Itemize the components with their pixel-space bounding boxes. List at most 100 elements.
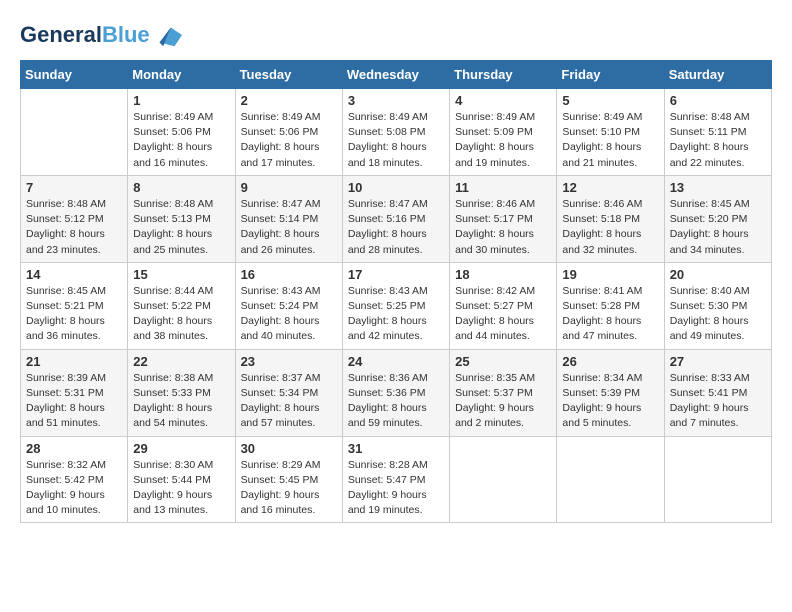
day-number: 18 (455, 267, 551, 282)
calendar-week-row: 14 Sunrise: 8:45 AMSunset: 5:21 PMDayligh… (21, 262, 772, 349)
weekday-header: Wednesday (342, 61, 449, 89)
day-number: 26 (562, 354, 658, 369)
logo: GeneralBlue (20, 20, 182, 50)
day-number: 22 (133, 354, 229, 369)
calendar-cell: 18 Sunrise: 8:42 AMSunset: 5:27 PMDayligh… (450, 262, 557, 349)
day-info: Sunrise: 8:49 AMSunset: 5:06 PMDaylight:… (133, 110, 229, 171)
calendar-cell (664, 436, 771, 523)
calendar-week-row: 21 Sunrise: 8:39 AMSunset: 5:31 PMDayligh… (21, 349, 772, 436)
day-number: 7 (26, 180, 122, 195)
calendar-cell: 5 Sunrise: 8:49 AMSunset: 5:10 PMDaylight… (557, 89, 664, 176)
day-info: Sunrise: 8:42 AMSunset: 5:27 PMDaylight:… (455, 284, 551, 345)
weekday-header: Thursday (450, 61, 557, 89)
calendar-cell: 10 Sunrise: 8:47 AMSunset: 5:16 PMDayligh… (342, 175, 449, 262)
day-number: 15 (133, 267, 229, 282)
day-number: 23 (241, 354, 337, 369)
day-info: Sunrise: 8:39 AMSunset: 5:31 PMDaylight:… (26, 371, 122, 432)
day-number: 28 (26, 441, 122, 456)
day-info: Sunrise: 8:46 AMSunset: 5:17 PMDaylight:… (455, 197, 551, 258)
logo-text: GeneralBlue (20, 23, 150, 47)
calendar-cell: 21 Sunrise: 8:39 AMSunset: 5:31 PMDayligh… (21, 349, 128, 436)
day-number: 27 (670, 354, 766, 369)
day-info: Sunrise: 8:48 AMSunset: 5:11 PMDaylight:… (670, 110, 766, 171)
calendar-cell: 11 Sunrise: 8:46 AMSunset: 5:17 PMDayligh… (450, 175, 557, 262)
calendar-cell: 25 Sunrise: 8:35 AMSunset: 5:37 PMDayligh… (450, 349, 557, 436)
calendar-cell: 23 Sunrise: 8:37 AMSunset: 5:34 PMDayligh… (235, 349, 342, 436)
calendar-cell (21, 89, 128, 176)
day-info: Sunrise: 8:40 AMSunset: 5:30 PMDaylight:… (670, 284, 766, 345)
calendar-cell: 22 Sunrise: 8:38 AMSunset: 5:33 PMDayligh… (128, 349, 235, 436)
calendar-cell (557, 436, 664, 523)
day-info: Sunrise: 8:36 AMSunset: 5:36 PMDaylight:… (348, 371, 444, 432)
logo-icon (152, 20, 182, 50)
day-number: 10 (348, 180, 444, 195)
day-number: 6 (670, 93, 766, 108)
day-number: 4 (455, 93, 551, 108)
page-header: GeneralBlue (20, 20, 772, 50)
day-info: Sunrise: 8:43 AMSunset: 5:25 PMDaylight:… (348, 284, 444, 345)
weekday-header: Saturday (664, 61, 771, 89)
day-info: Sunrise: 8:48 AMSunset: 5:13 PMDaylight:… (133, 197, 229, 258)
day-number: 25 (455, 354, 551, 369)
calendar-cell: 19Sunrise: 8:41 AMSunset: 5:28 PMDayligh… (557, 262, 664, 349)
day-number: 11 (455, 180, 551, 195)
day-info: Sunrise: 8:41 AMSunset: 5:28 PMDaylight:… (562, 284, 658, 345)
day-info: Sunrise: 8:45 AMSunset: 5:21 PMDaylight:… (26, 284, 122, 345)
day-number: 17 (348, 267, 444, 282)
day-number: 14 (26, 267, 122, 282)
calendar-cell: 31 Sunrise: 8:28 AMSunset: 5:47 PMDayligh… (342, 436, 449, 523)
calendar-cell: 12Sunrise: 8:46 AMSunset: 5:18 PMDayligh… (557, 175, 664, 262)
day-number: 24 (348, 354, 444, 369)
day-number: 13 (670, 180, 766, 195)
calendar-week-row: 1 Sunrise: 8:49 AMSunset: 5:06 PMDaylight… (21, 89, 772, 176)
day-number: 30 (241, 441, 337, 456)
day-info: Sunrise: 8:43 AMSunset: 5:24 PMDaylight:… (241, 284, 337, 345)
day-number: 1 (133, 93, 229, 108)
calendar-cell: 3 Sunrise: 8:49 AMSunset: 5:08 PMDaylight… (342, 89, 449, 176)
calendar-cell: 7 Sunrise: 8:48 AMSunset: 5:12 PMDaylight… (21, 175, 128, 262)
calendar-cell: 2Sunrise: 8:49 AMSunset: 5:06 PMDaylight… (235, 89, 342, 176)
day-info: Sunrise: 8:49 AMSunset: 5:08 PMDaylight:… (348, 110, 444, 171)
day-number: 20 (670, 267, 766, 282)
day-info: Sunrise: 8:49 AMSunset: 5:06 PMDaylight:… (241, 110, 337, 171)
day-info: Sunrise: 8:48 AMSunset: 5:12 PMDaylight:… (26, 197, 122, 258)
day-info: Sunrise: 8:29 AMSunset: 5:45 PMDaylight:… (241, 458, 337, 519)
calendar-cell: 13 Sunrise: 8:45 AMSunset: 5:20 PMDayligh… (664, 175, 771, 262)
day-info: Sunrise: 8:37 AMSunset: 5:34 PMDaylight:… (241, 371, 337, 432)
weekday-header-row: SundayMondayTuesdayWednesdayThursdayFrid… (21, 61, 772, 89)
day-number: 16 (241, 267, 337, 282)
day-info: Sunrise: 8:28 AMSunset: 5:47 PMDaylight:… (348, 458, 444, 519)
calendar-cell: 15 Sunrise: 8:44 AMSunset: 5:22 PMDayligh… (128, 262, 235, 349)
calendar-cell: 28 Sunrise: 8:32 AMSunset: 5:42 PMDayligh… (21, 436, 128, 523)
calendar-cell: 29Sunrise: 8:30 AMSunset: 5:44 PMDayligh… (128, 436, 235, 523)
calendar-cell: 9 Sunrise: 8:47 AMSunset: 5:14 PMDaylight… (235, 175, 342, 262)
day-info: Sunrise: 8:30 AMSunset: 5:44 PMDaylight:… (133, 458, 229, 519)
calendar-cell: 16 Sunrise: 8:43 AMSunset: 5:24 PMDayligh… (235, 262, 342, 349)
day-number: 9 (241, 180, 337, 195)
day-number: 21 (26, 354, 122, 369)
weekday-header: Monday (128, 61, 235, 89)
weekday-header: Tuesday (235, 61, 342, 89)
day-info: Sunrise: 8:34 AMSunset: 5:39 PMDaylight:… (562, 371, 658, 432)
day-info: Sunrise: 8:49 AMSunset: 5:10 PMDaylight:… (562, 110, 658, 171)
day-info: Sunrise: 8:45 AMSunset: 5:20 PMDaylight:… (670, 197, 766, 258)
day-info: Sunrise: 8:46 AMSunset: 5:18 PMDaylight:… (562, 197, 658, 258)
calendar-cell: 30 Sunrise: 8:29 AMSunset: 5:45 PMDayligh… (235, 436, 342, 523)
day-info: Sunrise: 8:47 AMSunset: 5:16 PMDaylight:… (348, 197, 444, 258)
weekday-header: Friday (557, 61, 664, 89)
day-info: Sunrise: 8:32 AMSunset: 5:42 PMDaylight:… (26, 458, 122, 519)
day-info: Sunrise: 8:44 AMSunset: 5:22 PMDaylight:… (133, 284, 229, 345)
day-number: 31 (348, 441, 444, 456)
day-number: 3 (348, 93, 444, 108)
calendar-cell: 1 Sunrise: 8:49 AMSunset: 5:06 PMDaylight… (128, 89, 235, 176)
calendar-cell: 26 Sunrise: 8:34 AMSunset: 5:39 PMDayligh… (557, 349, 664, 436)
calendar-cell: 27 Sunrise: 8:33 AMSunset: 5:41 PMDayligh… (664, 349, 771, 436)
calendar-cell: 24 Sunrise: 8:36 AMSunset: 5:36 PMDayligh… (342, 349, 449, 436)
day-info: Sunrise: 8:38 AMSunset: 5:33 PMDaylight:… (133, 371, 229, 432)
calendar-cell: 20 Sunrise: 8:40 AMSunset: 5:30 PMDayligh… (664, 262, 771, 349)
calendar-cell: 4Sunrise: 8:49 AMSunset: 5:09 PMDaylight… (450, 89, 557, 176)
day-info: Sunrise: 8:33 AMSunset: 5:41 PMDaylight:… (670, 371, 766, 432)
day-info: Sunrise: 8:47 AMSunset: 5:14 PMDaylight:… (241, 197, 337, 258)
day-number: 5 (562, 93, 658, 108)
day-info: Sunrise: 8:35 AMSunset: 5:37 PMDaylight:… (455, 371, 551, 432)
